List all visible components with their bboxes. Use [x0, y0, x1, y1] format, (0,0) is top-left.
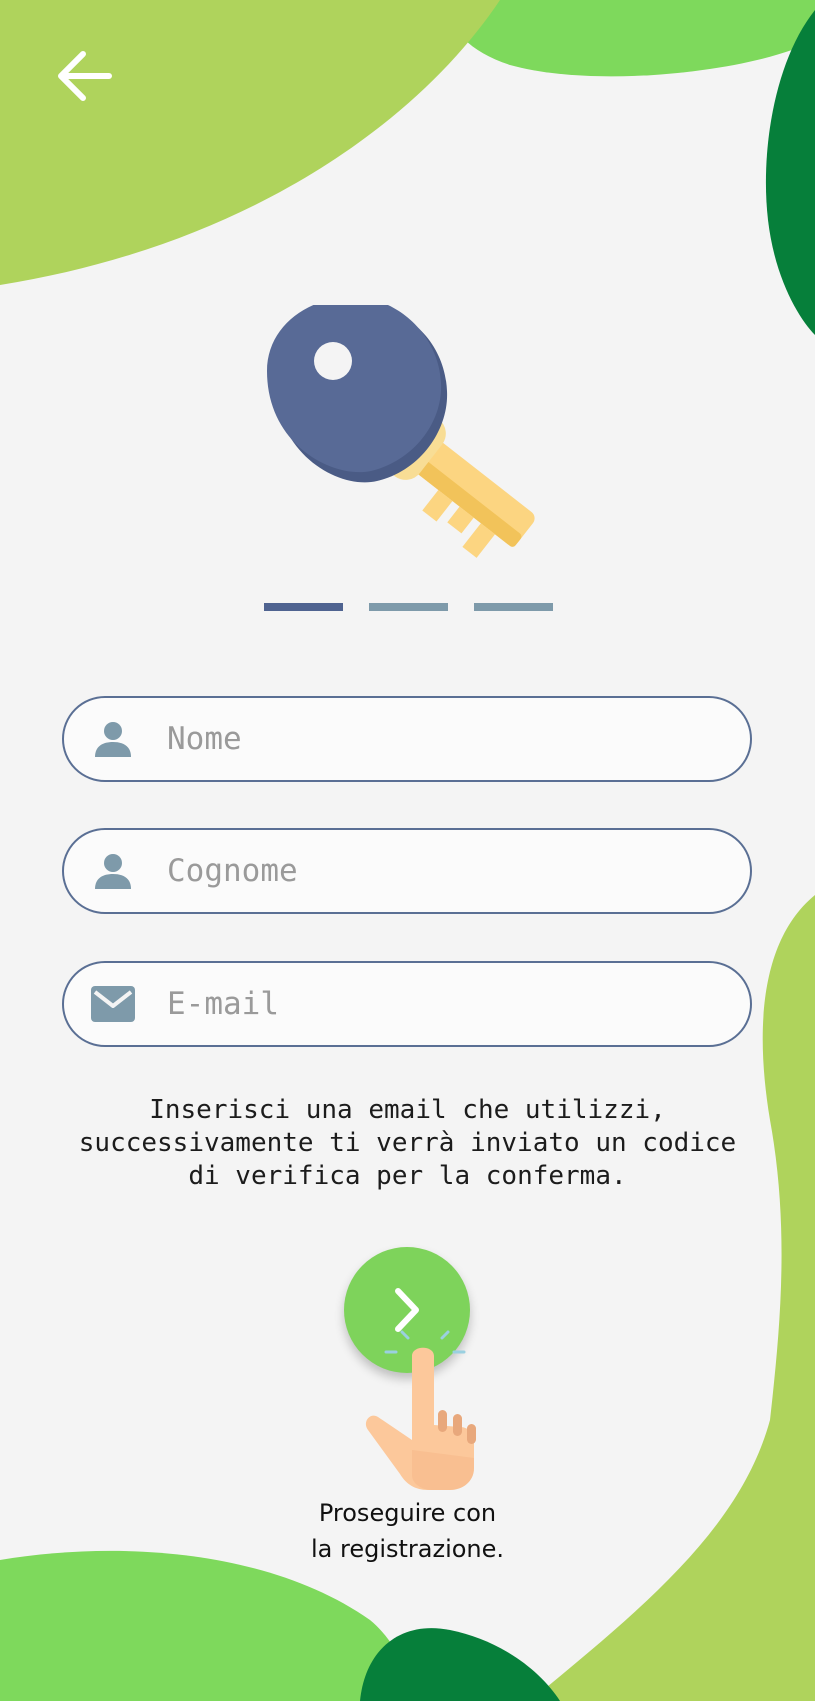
arrow-left-icon [58, 51, 112, 101]
hint-line-1: Proseguire con [318, 1499, 497, 1527]
hint-line-2: la registrazione. [310, 1535, 505, 1563]
user-icon [84, 717, 142, 761]
chevron-right-icon [395, 1288, 419, 1332]
top-right-green-blob [440, 0, 815, 77]
surname-field[interactable] [62, 828, 752, 914]
top-right-dark-green-blob [765, 10, 815, 335]
step-2 [369, 603, 448, 611]
email-info-text: Inserisci una email che utilizzi, succes… [78, 1095, 737, 1191]
step-indicator [264, 603, 553, 611]
bottom-dark-green-blob [360, 1628, 560, 1701]
user-icon [84, 849, 142, 893]
step-3 [474, 603, 553, 611]
surname-input[interactable] [167, 853, 750, 889]
pointing-hand-icon [365, 1330, 476, 1490]
key-icon [267, 305, 535, 558]
email-input[interactable] [167, 986, 750, 1022]
email-field[interactable] [62, 961, 752, 1047]
name-input[interactable] [167, 721, 750, 757]
bottom-left-green-blob [0, 1550, 415, 1701]
back-button[interactable] [40, 36, 130, 116]
continue-hint: Proseguire con la registrazione. [240, 1495, 575, 1567]
envelope-icon [84, 982, 142, 1026]
step-1-active [264, 603, 343, 611]
name-field[interactable] [62, 696, 752, 782]
